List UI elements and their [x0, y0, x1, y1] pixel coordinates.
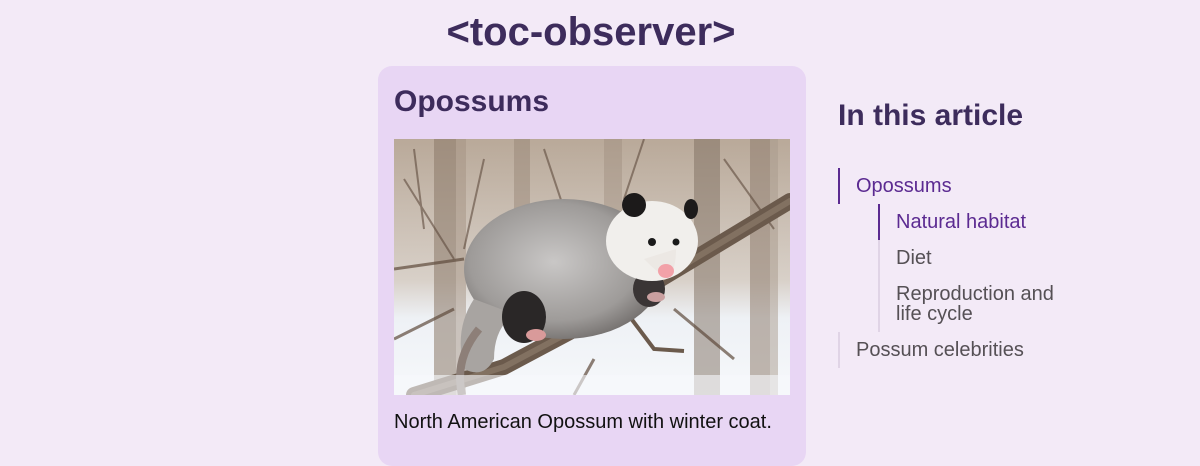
toc-heading: In this article — [838, 99, 1024, 132]
table-of-contents: In this article Opossums Natural habitat… — [838, 96, 1098, 368]
article-heading: Opossums — [394, 85, 550, 118]
opossum-photo — [394, 139, 790, 395]
page-title: <toc-observer> — [446, 10, 736, 54]
toc-indicator-diet — [878, 240, 880, 276]
toc-link-natural-habitat[interactable]: Natural habitat — [896, 212, 1026, 232]
toc-indicator-opossums — [838, 168, 840, 204]
toc-link-diet[interactable]: Diet — [896, 248, 932, 268]
toc-link-possum-celebrities[interactable]: Possum celebrities — [856, 340, 1024, 360]
toc-indicator-possum-celebrities — [838, 332, 840, 368]
toc-indicator-natural-habitat — [878, 204, 880, 240]
toc-link-opossums[interactable]: Opossums — [856, 176, 952, 196]
toc-link-reproduction[interactable]: Reproduction and life cycle — [896, 284, 1076, 324]
article-card: Opossums North American Opossum with win… — [378, 66, 806, 466]
toc-indicator-reproduction — [878, 276, 880, 332]
image-caption: North American Opossum with winter coat. — [394, 411, 772, 433]
